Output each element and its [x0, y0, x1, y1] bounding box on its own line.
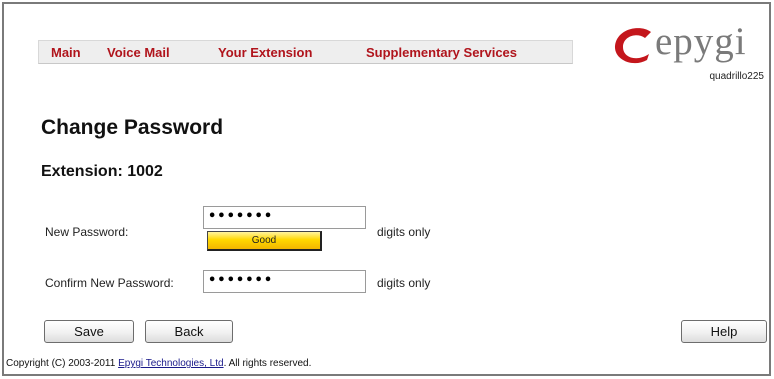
- nav-item-your-extension[interactable]: Your Extension: [218, 45, 312, 60]
- new-password-input[interactable]: •••••••: [203, 206, 366, 229]
- nav-item-main[interactable]: Main: [51, 45, 81, 60]
- main-frame: Main Voice Mail Your Extension Supplemen…: [2, 2, 771, 376]
- back-button[interactable]: Back: [145, 320, 233, 343]
- help-button[interactable]: Help: [681, 320, 767, 343]
- footer-prefix: Copyright (C) 2003-2011: [6, 358, 119, 369]
- page-title: Change Password: [41, 116, 224, 139]
- footer-suffix: . All rights reserved.: [223, 358, 312, 369]
- logo-text: epygi: [655, 20, 747, 63]
- copyright-footer: Copyright (C) 2003-2011 Epygi Technologi…: [6, 358, 311, 369]
- nav-item-supplementary-services[interactable]: Supplementary Services: [366, 45, 517, 60]
- device-name: quadrillo225: [709, 71, 765, 82]
- confirm-password-hint: digits only: [377, 276, 431, 290]
- extension-label: Extension: 1002: [41, 163, 163, 180]
- password-strength-meter: Good: [207, 231, 322, 251]
- confirm-password-input[interactable]: •••••••: [203, 270, 366, 293]
- epygi-logo-icon: [614, 28, 651, 64]
- new-password-label: New Password:: [45, 225, 129, 239]
- new-password-hint: digits only: [377, 225, 431, 239]
- footer-company-link[interactable]: Epygi Technologies, Ltd: [118, 358, 223, 369]
- nav-item-voice-mail[interactable]: Voice Mail: [107, 45, 170, 60]
- confirm-password-label: Confirm New Password:: [45, 276, 174, 290]
- save-button[interactable]: Save: [44, 320, 134, 343]
- top-nav-bar: Main Voice Mail Your Extension Supplemen…: [38, 40, 573, 64]
